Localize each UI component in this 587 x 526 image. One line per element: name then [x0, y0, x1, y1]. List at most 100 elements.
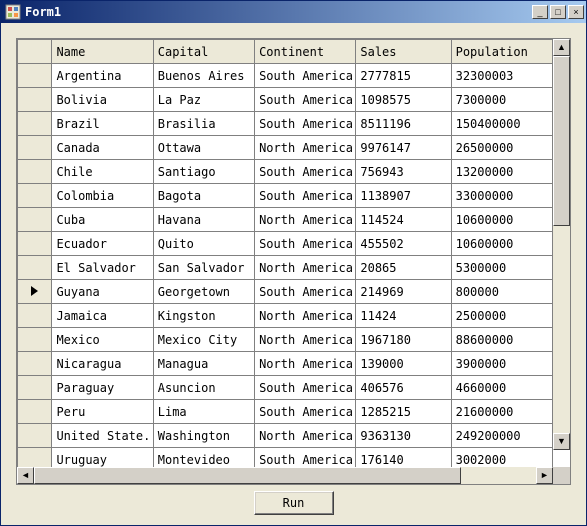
- table-row[interactable]: CanadaOttawaNorth America997614726500000: [18, 136, 553, 160]
- table-row[interactable]: BoliviaLa PazSouth America10985757300000: [18, 88, 553, 112]
- table-row[interactable]: PeruLimaSouth America128521521600000: [18, 400, 553, 424]
- table-row[interactable]: UruguayMontevideoSouth America1761403002…: [18, 448, 553, 468]
- cell-sales[interactable]: 2777815: [356, 64, 451, 88]
- table-row[interactable]: El SalvadorSan SalvadorNorth America2086…: [18, 256, 553, 280]
- hscroll-thumb[interactable]: [34, 467, 461, 484]
- minimize-button[interactable]: _: [532, 5, 548, 19]
- cell-population[interactable]: 21600000: [451, 400, 552, 424]
- cell-capital[interactable]: Georgetown: [153, 280, 254, 304]
- row-header[interactable]: [18, 304, 52, 328]
- cell-capital[interactable]: Ottawa: [153, 136, 254, 160]
- table-row[interactable]: ArgentinaBuenos AiresSouth America277781…: [18, 64, 553, 88]
- row-header-corner[interactable]: [18, 40, 52, 64]
- cell-sales[interactable]: 139000: [356, 352, 451, 376]
- cell-sales[interactable]: 1967180: [356, 328, 451, 352]
- row-header[interactable]: [18, 352, 52, 376]
- vscroll-track[interactable]: [553, 56, 570, 433]
- cell-continent[interactable]: South America: [255, 160, 356, 184]
- cell-continent[interactable]: North America: [255, 328, 356, 352]
- cell-name[interactable]: Bolivia: [52, 88, 153, 112]
- cell-sales[interactable]: 1098575: [356, 88, 451, 112]
- cell-sales[interactable]: 114524: [356, 208, 451, 232]
- row-header[interactable]: [18, 136, 52, 160]
- cell-continent[interactable]: South America: [255, 64, 356, 88]
- cell-continent[interactable]: South America: [255, 400, 356, 424]
- cell-sales[interactable]: 1285215: [356, 400, 451, 424]
- cell-capital[interactable]: Buenos Aires: [153, 64, 254, 88]
- cell-population[interactable]: 800000: [451, 280, 552, 304]
- cell-sales[interactable]: 1138907: [356, 184, 451, 208]
- cell-sales[interactable]: 455502: [356, 232, 451, 256]
- cell-population[interactable]: 4660000: [451, 376, 552, 400]
- row-header[interactable]: [18, 448, 52, 468]
- cell-continent[interactable]: North America: [255, 256, 356, 280]
- row-header[interactable]: [18, 160, 52, 184]
- cell-name[interactable]: Chile: [52, 160, 153, 184]
- cell-capital[interactable]: Bagota: [153, 184, 254, 208]
- row-header[interactable]: [18, 88, 52, 112]
- cell-name[interactable]: Ecuador: [52, 232, 153, 256]
- row-header[interactable]: [18, 64, 52, 88]
- cell-population[interactable]: 150400000: [451, 112, 552, 136]
- cell-continent[interactable]: North America: [255, 136, 356, 160]
- cell-name[interactable]: Mexico: [52, 328, 153, 352]
- cell-capital[interactable]: Havana: [153, 208, 254, 232]
- cell-name[interactable]: Nicaragua: [52, 352, 153, 376]
- row-header[interactable]: [18, 208, 52, 232]
- row-header[interactable]: [18, 112, 52, 136]
- cell-capital[interactable]: Brasilia: [153, 112, 254, 136]
- vertical-scrollbar[interactable]: ▲ ▼: [553, 39, 570, 450]
- cell-continent[interactable]: South America: [255, 232, 356, 256]
- cell-continent[interactable]: North America: [255, 208, 356, 232]
- row-header[interactable]: [18, 376, 52, 400]
- titlebar[interactable]: Form1 _ □ ×: [1, 1, 586, 23]
- row-header[interactable]: [18, 256, 52, 280]
- cell-name[interactable]: Cuba: [52, 208, 153, 232]
- cell-name[interactable]: Colombia: [52, 184, 153, 208]
- col-header-population[interactable]: Population: [451, 40, 552, 64]
- row-header[interactable]: [18, 232, 52, 256]
- cell-name[interactable]: Brazil: [52, 112, 153, 136]
- row-header[interactable]: [18, 328, 52, 352]
- cell-continent[interactable]: North America: [255, 424, 356, 448]
- cell-population[interactable]: 88600000: [451, 328, 552, 352]
- cell-sales[interactable]: 214969: [356, 280, 451, 304]
- table-row[interactable]: BrazilBrasiliaSouth America8511196150400…: [18, 112, 553, 136]
- cell-continent[interactable]: South America: [255, 112, 356, 136]
- cell-population[interactable]: 7300000: [451, 88, 552, 112]
- scroll-down-button[interactable]: ▼: [553, 433, 570, 450]
- cell-population[interactable]: 26500000: [451, 136, 552, 160]
- col-header-name[interactable]: Name: [52, 40, 153, 64]
- scroll-right-button[interactable]: ►: [536, 467, 553, 484]
- col-header-sales[interactable]: Sales: [356, 40, 451, 64]
- cell-population[interactable]: 10600000: [451, 232, 552, 256]
- cell-continent[interactable]: South America: [255, 88, 356, 112]
- cell-sales[interactable]: 9976147: [356, 136, 451, 160]
- table-row[interactable]: EcuadorQuitoSouth America45550210600000: [18, 232, 553, 256]
- table-row[interactable]: ParaguayAsuncionSouth America40657646600…: [18, 376, 553, 400]
- table-row[interactable]: JamaicaKingstonNorth America114242500000: [18, 304, 553, 328]
- row-header[interactable]: [18, 184, 52, 208]
- cell-continent[interactable]: South America: [255, 448, 356, 468]
- row-header[interactable]: [18, 400, 52, 424]
- cell-sales[interactable]: 756943: [356, 160, 451, 184]
- cell-sales[interactable]: 9363130: [356, 424, 451, 448]
- row-header[interactable]: [18, 280, 52, 304]
- cell-population[interactable]: 33000000: [451, 184, 552, 208]
- cell-name[interactable]: Jamaica: [52, 304, 153, 328]
- cell-population[interactable]: 2500000: [451, 304, 552, 328]
- table-row[interactable]: GuyanaGeorgetownSouth America21496980000…: [18, 280, 553, 304]
- cell-name[interactable]: El Salvador: [52, 256, 153, 280]
- maximize-button[interactable]: □: [550, 5, 566, 19]
- col-header-capital[interactable]: Capital: [153, 40, 254, 64]
- hscroll-track[interactable]: [34, 467, 536, 484]
- cell-population[interactable]: 249200000: [451, 424, 552, 448]
- cell-sales[interactable]: 20865: [356, 256, 451, 280]
- cell-continent[interactable]: South America: [255, 376, 356, 400]
- cell-population[interactable]: 3002000: [451, 448, 552, 468]
- cell-name[interactable]: Guyana: [52, 280, 153, 304]
- row-header[interactable]: [18, 424, 52, 448]
- cell-continent[interactable]: South America: [255, 184, 356, 208]
- cell-capital[interactable]: Mexico City: [153, 328, 254, 352]
- cell-name[interactable]: Peru: [52, 400, 153, 424]
